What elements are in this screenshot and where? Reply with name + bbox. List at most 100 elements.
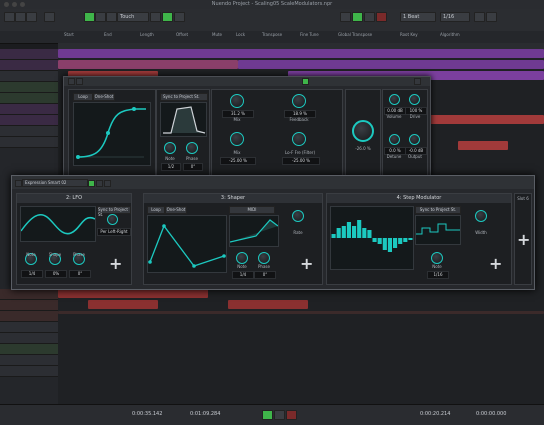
left-zone-button[interactable] — [15, 12, 26, 22]
volume-knob[interactable] — [389, 94, 400, 105]
automation-mode-select[interactable]: Touch — [117, 12, 149, 22]
modulator-slot-empty[interactable]: Slot 6 + — [514, 193, 532, 285]
preset-icon[interactable] — [302, 78, 309, 85]
audio-event[interactable] — [58, 49, 544, 58]
audio-event[interactable] — [238, 60, 544, 69]
track-header[interactable] — [0, 289, 58, 300]
note-value[interactable]: 1/4 — [21, 270, 43, 278]
grid-button[interactable] — [174, 12, 185, 22]
snap-value-select[interactable]: 1 Beat — [400, 12, 436, 22]
mixer-button[interactable] — [486, 12, 497, 22]
track-header[interactable] — [0, 71, 58, 82]
note-value[interactable]: 1/16 — [427, 271, 449, 279]
rate-knob[interactable] — [292, 210, 304, 222]
loop-button[interactable]: Loop — [147, 206, 165, 214]
snap-type-button[interactable] — [162, 12, 173, 22]
curve-editor[interactable] — [73, 102, 151, 166]
mix-knob[interactable] — [230, 94, 244, 108]
output-knob[interactable] — [409, 134, 420, 145]
lofi-freq-knob[interactable] — [292, 132, 306, 146]
waveform-selector[interactable] — [20, 242, 94, 248]
track-header[interactable] — [0, 115, 58, 126]
step-bar[interactable] — [346, 222, 351, 238]
step-bar[interactable] — [398, 238, 403, 244]
track-header[interactable] — [0, 126, 58, 137]
main-knob[interactable] — [352, 120, 374, 142]
add-modulator-plus-icon[interactable]: + — [489, 256, 502, 272]
settings-icon[interactable] — [414, 78, 421, 85]
add-slot-plus-icon[interactable]: + — [517, 232, 530, 248]
track-header[interactable] — [0, 49, 58, 60]
step-bar[interactable] — [382, 238, 387, 250]
step-bar[interactable] — [387, 238, 392, 252]
rate-knob[interactable] — [107, 214, 118, 225]
rate-value[interactable]: Per Left-Right — [97, 228, 131, 236]
detune-knob[interactable] — [389, 134, 400, 145]
preset-select[interactable]: Expression Smart 02 — [22, 179, 88, 187]
note-knob[interactable] — [236, 252, 248, 264]
phase-knob[interactable] — [258, 252, 270, 264]
note-knob[interactable] — [164, 142, 176, 154]
step-bar[interactable] — [408, 238, 413, 240]
track-header[interactable] — [0, 93, 58, 104]
sync-select[interactable]: Sync to Project St. — [97, 206, 131, 217]
midi-event[interactable] — [458, 141, 508, 150]
edit-icon[interactable] — [15, 180, 22, 187]
lofi-freq-value[interactable]: -25.00 % — [282, 157, 320, 165]
record-button[interactable] — [376, 12, 387, 22]
step-bar[interactable] — [403, 238, 408, 242]
step-sequencer-display[interactable] — [330, 206, 414, 270]
step-bar[interactable] — [331, 234, 336, 238]
snap-toggle[interactable] — [150, 12, 161, 22]
shape-display[interactable] — [160, 102, 207, 137]
mix-2-knob[interactable] — [230, 132, 244, 146]
track-header[interactable] — [0, 311, 58, 322]
play-icon[interactable] — [262, 410, 273, 420]
track-header[interactable] — [0, 333, 58, 344]
add-modulator-plus-icon[interactable]: + — [109, 256, 122, 272]
track-header[interactable] — [0, 137, 58, 148]
step-bar[interactable] — [357, 220, 362, 238]
phase-knob[interactable] — [186, 142, 198, 154]
automation-lane[interactable] — [58, 311, 544, 314]
play-button[interactable] — [352, 12, 363, 22]
shaper-curve-editor[interactable] — [147, 215, 227, 273]
stop-icon[interactable] — [274, 410, 285, 420]
sync-select[interactable]: Sync to Project St. — [415, 206, 461, 214]
stop-button[interactable] — [364, 12, 375, 22]
object-select-tool[interactable] — [84, 12, 95, 22]
record-icon[interactable] — [286, 410, 297, 420]
phase-value[interactable]: 0° — [254, 271, 276, 279]
phase-value[interactable]: 0° — [69, 270, 91, 278]
delete-icon[interactable] — [104, 180, 111, 187]
transport-back-button[interactable] — [340, 12, 351, 22]
shape-value[interactable]: 0% — [45, 270, 67, 278]
midi-event[interactable] — [58, 289, 208, 298]
quantize-select[interactable]: 1/16 — [440, 12, 470, 22]
save-icon[interactable] — [96, 180, 103, 187]
note-knob[interactable] — [431, 252, 443, 264]
midi-event[interactable] — [88, 300, 158, 309]
bypass-icon[interactable] — [76, 78, 83, 85]
power-icon[interactable] — [68, 78, 75, 85]
note-value[interactable]: 1/4 — [232, 271, 254, 279]
constrain-button[interactable] — [44, 12, 55, 22]
step-bar[interactable] — [341, 226, 346, 238]
lfo-waveform-display[interactable] — [20, 206, 96, 242]
track-header[interactable] — [0, 300, 58, 311]
one-shot-button[interactable]: One-Shot — [165, 206, 187, 214]
step-bar[interactable] — [393, 238, 398, 248]
add-modulator-plus-icon[interactable]: + — [300, 256, 313, 272]
width-knob[interactable] — [475, 210, 487, 222]
audio-event[interactable] — [58, 60, 238, 69]
mix-2-value[interactable]: -25.00 % — [220, 157, 256, 165]
track-header[interactable] — [0, 355, 58, 366]
power-icon[interactable] — [88, 180, 95, 187]
shaper-mode-select[interactable]: MIDI — [229, 206, 275, 214]
track-header[interactable] — [0, 322, 58, 333]
track-header[interactable] — [0, 104, 58, 115]
step-bar[interactable] — [352, 226, 357, 238]
track-header[interactable] — [0, 82, 58, 93]
one-shot-button[interactable]: One-Shot — [93, 93, 115, 101]
inspector-toggle-button[interactable] — [4, 12, 15, 22]
